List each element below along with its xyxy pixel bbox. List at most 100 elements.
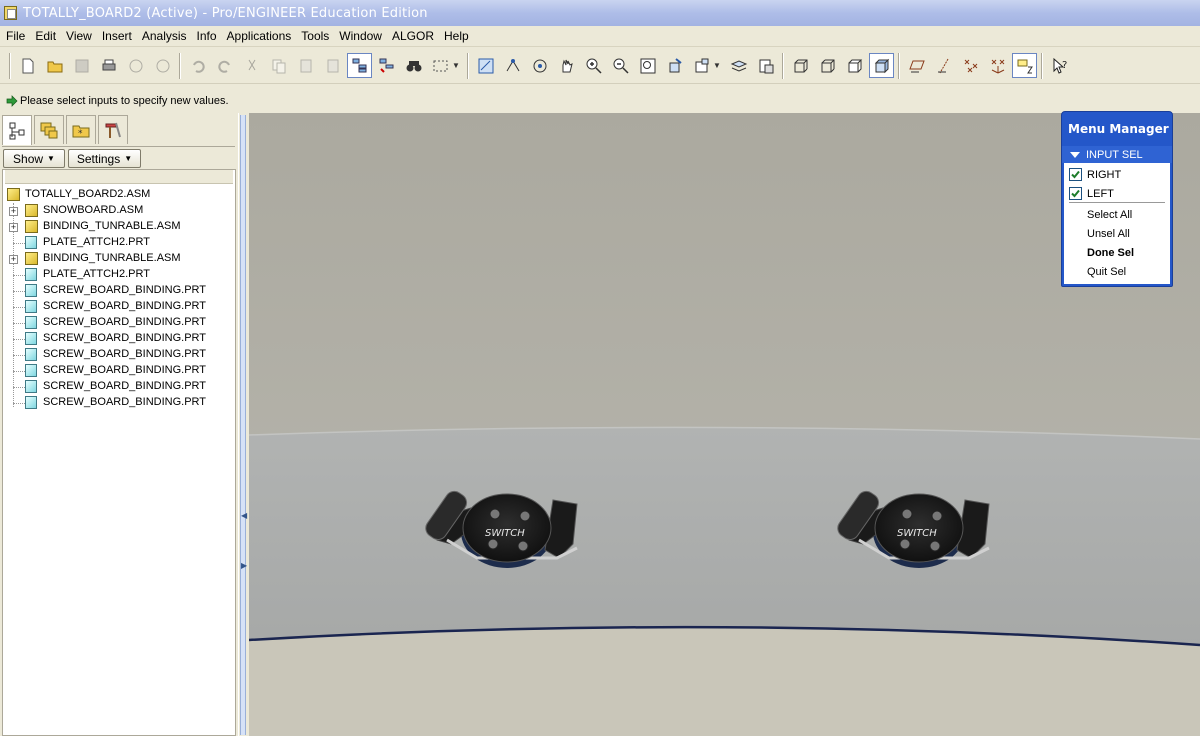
tree-root-item[interactable]: TOTALLY_BOARD2.ASM xyxy=(3,187,233,203)
datum-axes-icon[interactable] xyxy=(931,53,956,78)
done-sel-item[interactable]: Done Sel xyxy=(1064,243,1170,262)
part-icon xyxy=(25,396,37,409)
toolbar-separator xyxy=(782,52,784,79)
tree-item[interactable]: SCREW_BOARD_BINDING.PRT xyxy=(3,299,233,315)
selection-box-icon[interactable] xyxy=(428,53,453,78)
splitter-bar[interactable] xyxy=(240,115,246,735)
shading-icon[interactable] xyxy=(869,53,894,78)
input-sel-submenu[interactable]: INPUT SEL xyxy=(1062,146,1172,163)
tree-item[interactable]: + BINDING_TUNRABLE.ASM xyxy=(3,219,233,235)
refit-icon[interactable] xyxy=(635,53,660,78)
context-help-icon[interactable]: ? xyxy=(1047,53,1072,78)
menu-info[interactable]: Info xyxy=(192,29,222,43)
menu-analysis[interactable]: Analysis xyxy=(137,29,192,43)
zoom-in-icon[interactable] xyxy=(581,53,606,78)
tree-item[interactable]: + SNOWBOARD.ASM xyxy=(3,203,233,219)
tab-folder-browser[interactable] xyxy=(34,115,64,144)
reorient-icon[interactable] xyxy=(662,53,687,78)
main-toolbar: ▼ ▼ ? xyxy=(0,48,1200,84)
tree-item[interactable]: SCREW_BOARD_BINDING.PRT xyxy=(3,395,233,411)
paste-special-icon[interactable] xyxy=(320,53,345,78)
menu-edit[interactable]: Edit xyxy=(30,29,61,43)
panel-splitter[interactable]: ◀ ▶ xyxy=(238,113,248,736)
tree-item[interactable]: SCREW_BOARD_BINDING.PRT xyxy=(3,283,233,299)
wireframe-icon[interactable] xyxy=(788,53,813,78)
send-attachment-icon[interactable] xyxy=(150,53,175,78)
save-icon[interactable] xyxy=(69,53,94,78)
tree-item[interactable]: SCREW_BOARD_BINDING.PRT xyxy=(3,379,233,395)
tree-item[interactable]: PLATE_ATTCH2.PRT xyxy=(3,235,233,251)
datum-points-icon[interactable] xyxy=(958,53,983,78)
unsel-all-item[interactable]: Unsel All xyxy=(1064,224,1170,243)
expand-icon[interactable]: + xyxy=(9,223,18,232)
menu-algor[interactable]: ALGOR xyxy=(387,29,439,43)
menu-window[interactable]: Window xyxy=(334,29,387,43)
toolbar-separator xyxy=(467,52,469,79)
tree-item[interactable]: + BINDING_TUNRABLE.ASM xyxy=(3,251,233,267)
undo-icon[interactable] xyxy=(185,53,210,78)
saved-views-icon[interactable] xyxy=(689,53,714,78)
menu-view[interactable]: View xyxy=(61,29,97,43)
open-folder-icon[interactable] xyxy=(42,53,67,78)
expand-right-icon[interactable]: ▶ xyxy=(241,561,247,570)
navigator-tabs: * xyxy=(2,115,130,145)
tree-item[interactable]: SCREW_BOARD_BINDING.PRT xyxy=(3,363,233,379)
layers-icon[interactable] xyxy=(726,53,751,78)
tree-item[interactable]: SCREW_BOARD_BINDING.PRT xyxy=(3,347,233,363)
settings-dropdown-button[interactable]: Settings ▼ xyxy=(68,149,141,168)
tree-item[interactable]: PLATE_ATTCH2.PRT xyxy=(3,267,233,283)
tab-favorites[interactable]: * xyxy=(66,115,96,144)
pan-hand-icon[interactable] xyxy=(554,53,579,78)
annotation-display-icon[interactable] xyxy=(1012,53,1037,78)
paste-icon[interactable] xyxy=(293,53,318,78)
screw-hole xyxy=(901,508,913,520)
tree-item[interactable]: SCREW_BOARD_BINDING.PRT xyxy=(3,331,233,347)
regenerate-icon[interactable] xyxy=(347,53,372,78)
checkbox-left[interactable] xyxy=(1069,187,1082,200)
checkbox-right[interactable] xyxy=(1069,168,1082,181)
tab-model-tree[interactable] xyxy=(2,115,32,145)
option-right[interactable]: RIGHT xyxy=(1064,165,1170,184)
coordinate-systems-icon[interactable] xyxy=(985,53,1010,78)
model-viewport[interactable]: SWITCH SWITCH xyxy=(249,113,1200,736)
copy-icon[interactable] xyxy=(266,53,291,78)
option-left[interactable]: LEFT xyxy=(1064,184,1170,203)
regeneration-manager-icon[interactable] xyxy=(374,53,399,78)
collapse-left-icon[interactable]: ◀ xyxy=(241,511,247,520)
redo-icon[interactable] xyxy=(212,53,237,78)
menu-bar: File Edit View Insert Analysis Info Applicatio… xyxy=(0,26,1200,47)
menu-manager-body: RIGHT LEFT Select All Unsel All Done Sel… xyxy=(1064,163,1170,284)
no-hidden-icon[interactable] xyxy=(842,53,867,78)
tree-item-label: SCREW_BOARD_BINDING.PRT xyxy=(43,332,206,344)
tab-connections[interactable] xyxy=(98,115,128,144)
option-right-label: RIGHT xyxy=(1087,168,1122,181)
datum-point-icon[interactable] xyxy=(500,53,525,78)
graphics-window[interactable]: SWITCH SWITCH xyxy=(249,113,1200,736)
show-dropdown-button[interactable]: Show ▼ xyxy=(3,149,65,168)
print-icon[interactable] xyxy=(96,53,121,78)
expand-icon[interactable]: + xyxy=(9,207,18,216)
quit-sel-item[interactable]: Quit Sel xyxy=(1064,262,1170,281)
cut-icon[interactable] xyxy=(239,53,264,78)
menu-applications[interactable]: Applications xyxy=(222,29,297,43)
hidden-line-icon[interactable] xyxy=(815,53,840,78)
part-icon xyxy=(25,364,37,377)
expand-icon[interactable]: + xyxy=(9,255,18,264)
datum-planes-icon[interactable] xyxy=(904,53,929,78)
menu-tools[interactable]: Tools xyxy=(296,29,334,43)
view-manager-icon[interactable] xyxy=(753,53,778,78)
tree-item[interactable]: SCREW_BOARD_BINDING.PRT xyxy=(3,315,233,331)
new-file-icon[interactable] xyxy=(15,53,40,78)
menu-file[interactable]: File xyxy=(1,29,30,43)
tree-item-label: PLATE_ATTCH2.PRT xyxy=(43,268,150,280)
menu-insert[interactable]: Insert xyxy=(97,29,137,43)
menu-help[interactable]: Help xyxy=(439,29,474,43)
chevron-down-icon[interactable]: ▼ xyxy=(713,61,721,70)
sketch-tool-icon[interactable] xyxy=(473,53,498,78)
select-all-item[interactable]: Select All xyxy=(1064,205,1170,224)
send-mail-icon[interactable] xyxy=(123,53,148,78)
find-binoculars-icon[interactable] xyxy=(401,53,426,78)
spin-center-icon[interactable] xyxy=(527,53,552,78)
chevron-down-icon[interactable]: ▼ xyxy=(452,61,460,70)
zoom-out-icon[interactable] xyxy=(608,53,633,78)
